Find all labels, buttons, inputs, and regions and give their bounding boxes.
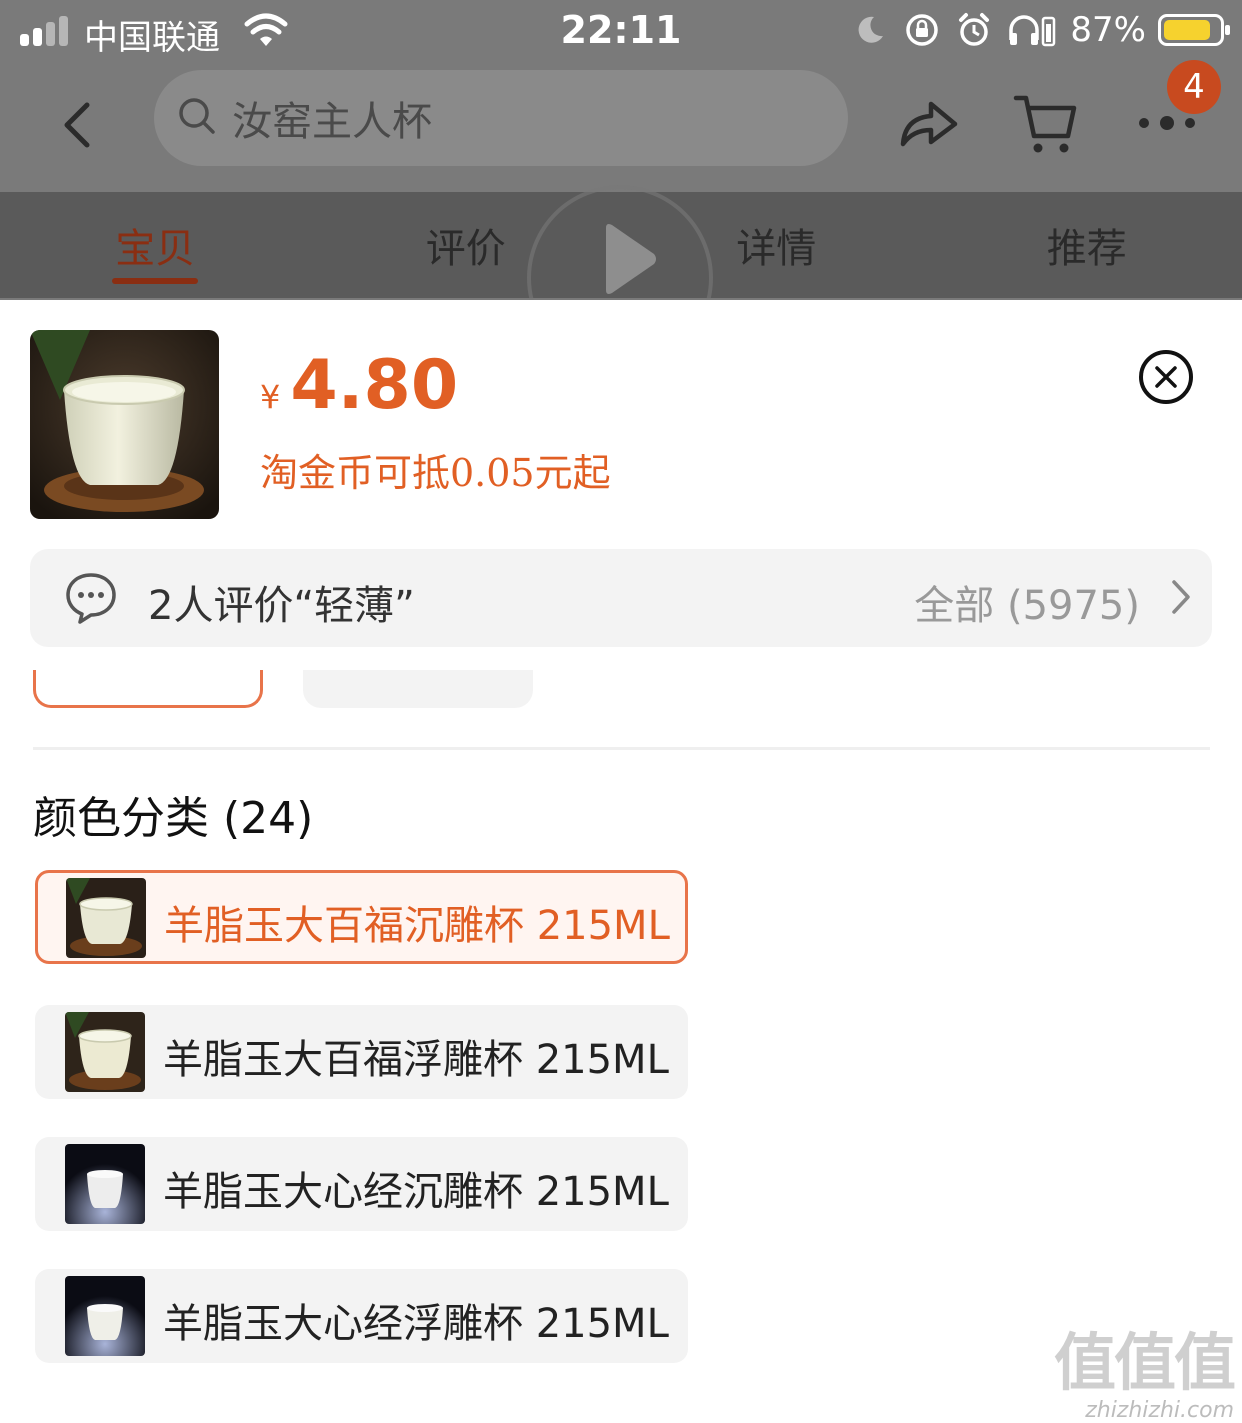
- tab-label: 推荐: [1047, 216, 1127, 274]
- sku-option[interactable]: 羊脂玉大百福浮雕杯 215ML: [35, 1005, 688, 1099]
- currency-symbol: ¥: [260, 378, 280, 416]
- tab-reviews[interactable]: 评价: [311, 192, 622, 298]
- chat-bubble-icon: [64, 571, 118, 629]
- top-nav-bar: 汝窑主人杯: [0, 64, 1242, 190]
- tab-details[interactable]: 详情: [621, 192, 932, 298]
- chevron-right-icon: [1170, 579, 1192, 619]
- price: ¥ 4.80: [260, 346, 458, 425]
- sku-thumbnail: [65, 1276, 145, 1356]
- watermark-logo-text: 值值值: [1054, 1312, 1234, 1402]
- sku-thumbnail: [65, 1012, 145, 1092]
- alarm-icon: [954, 10, 994, 50]
- section-divider: [33, 747, 1210, 750]
- color-category-title: 颜色分类 (24): [33, 782, 313, 846]
- close-icon: [1153, 364, 1179, 390]
- chevron-left-icon: [59, 101, 93, 149]
- sku-option-label: 羊脂玉大心经沉雕杯 215ML: [163, 1159, 669, 1217]
- sku-option[interactable]: 羊脂玉大心经浮雕杯 215ML: [35, 1269, 688, 1363]
- scrolled-option-chip[interactable]: [303, 670, 533, 708]
- review-summary-bar[interactable]: 2人评价“轻薄” 全部 (5975): [30, 549, 1212, 647]
- search-bar[interactable]: 汝窑主人杯: [154, 70, 848, 166]
- sku-option[interactable]: 羊脂玉大心经沉雕杯 215ML: [35, 1137, 688, 1231]
- scrolled-option-chip-selected[interactable]: [33, 670, 263, 708]
- sku-thumbnail: [66, 878, 146, 958]
- price-value: 4.80: [290, 346, 458, 425]
- close-button[interactable]: [1139, 350, 1193, 404]
- play-icon: [600, 222, 660, 296]
- tab-baobei[interactable]: 宝贝: [0, 192, 311, 298]
- battery-percent: 87%: [1070, 10, 1146, 50]
- cart-button[interactable]: [1010, 88, 1080, 158]
- back-button[interactable]: [50, 94, 102, 156]
- sku-selection-sheet: ¥ 4.80 淘金币可抵0.05元起 2人评价“轻薄” 全部 (5975) 颜色…: [0, 300, 1242, 1396]
- headphones-icon: [1006, 10, 1058, 50]
- tab-label: 评价: [426, 216, 506, 274]
- moon-icon: [850, 10, 890, 50]
- search-icon: [178, 97, 216, 139]
- cart-icon: [1010, 90, 1080, 156]
- more-icon: [1132, 113, 1202, 133]
- site-watermark: 值值值 zhizhizhi.com: [1054, 1312, 1234, 1423]
- sku-option-label: 羊脂玉大百福沉雕杯 215ML: [164, 893, 670, 951]
- all-reviews-link[interactable]: 全部 (5975): [914, 573, 1140, 631]
- dimmed-page-header: 中国联通 22:11 87%: [0, 0, 1242, 300]
- status-bar: 中国联通 22:11 87%: [0, 0, 1242, 64]
- sku-option-label: 羊脂玉大百福浮雕杯 215ML: [163, 1027, 669, 1085]
- status-indicators: 87%: [850, 10, 1224, 50]
- search-query: 汝窑主人杯: [232, 89, 432, 147]
- review-keyword-summary: 2人评价“轻薄”: [148, 573, 415, 631]
- tab-recommend[interactable]: 推荐: [932, 192, 1242, 298]
- battery-icon: [1158, 14, 1224, 46]
- share-icon: [895, 96, 959, 150]
- sku-thumbnail: [65, 1144, 145, 1224]
- message-badge: 4: [1167, 60, 1221, 114]
- product-image: [30, 330, 219, 519]
- tab-label: 详情: [736, 216, 816, 274]
- tab-label: 宝贝: [115, 216, 195, 274]
- share-button[interactable]: [892, 88, 962, 158]
- coin-discount-note: 淘金币可抵0.05元起: [260, 442, 611, 497]
- tab-active-indicator: [112, 278, 198, 284]
- sku-option-label: 羊脂玉大心经浮雕杯 215ML: [163, 1291, 669, 1349]
- sku-option[interactable]: 羊脂玉大百福沉雕杯 215ML: [35, 870, 688, 964]
- rotation-lock-icon: [902, 10, 942, 50]
